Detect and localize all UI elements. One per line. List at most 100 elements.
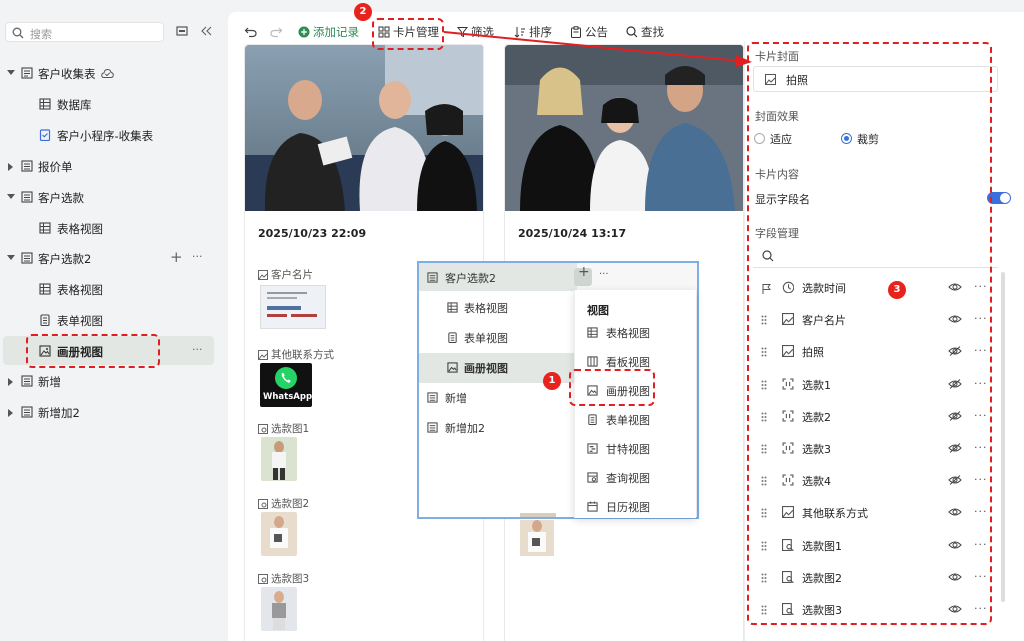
search-placeholder: 搜索 xyxy=(30,28,52,41)
popup-item-customer-select-2[interactable]: 客户选款2 xyxy=(419,263,577,293)
annotation-box-panel xyxy=(747,42,992,625)
whatsapp-thumb[interactable]: WhatsApp xyxy=(260,363,312,407)
sidebar-item-label: 表单视图 xyxy=(57,314,103,328)
menu-item-table-view[interactable]: 表格视图 xyxy=(575,319,697,348)
sidebar-item-table-view[interactable]: 表格视图 xyxy=(0,215,228,243)
grid-icon xyxy=(39,283,51,295)
menu-item-query-view[interactable]: 查询视图 xyxy=(575,464,697,493)
field-label-text: 其他联系方式 xyxy=(271,349,334,361)
menu-item-label: 看板视图 xyxy=(606,356,650,369)
caret-right-icon[interactable] xyxy=(8,378,13,386)
form-icon xyxy=(448,332,457,343)
partial-thumb xyxy=(520,513,556,517)
business-card-thumb[interactable] xyxy=(260,285,326,329)
whatsapp-text: WhatsApp xyxy=(263,392,313,402)
field-label-text: 客户名片 xyxy=(271,269,313,281)
sidebar-item-customer-select-2[interactable]: 客户选款2 + ··· xyxy=(0,245,228,273)
image-icon xyxy=(447,362,458,373)
menu-item-form-view[interactable]: 表单视图 xyxy=(575,406,697,435)
caret-down-icon[interactable] xyxy=(7,255,15,260)
plus-circle-icon xyxy=(298,26,310,38)
field-label-text: 选款图1 xyxy=(271,423,310,435)
sidebar-item-label: 客户选款2 xyxy=(38,252,92,266)
cover-photo xyxy=(505,45,743,211)
grid-icon xyxy=(447,302,458,313)
form-icon xyxy=(40,314,50,326)
undo-icon[interactable] xyxy=(244,25,258,38)
collapse-sidebar-icon[interactable] xyxy=(200,25,214,39)
table-doc-icon xyxy=(427,422,438,433)
table-doc-icon xyxy=(21,375,33,387)
sidebar-item-database[interactable]: 数据库 xyxy=(0,91,228,119)
query-icon xyxy=(587,472,598,483)
popup-item-label: 表格视图 xyxy=(464,302,508,315)
sidebar-item-label: 报价单 xyxy=(38,160,73,174)
search-icon xyxy=(12,27,24,39)
more-options-button[interactable]: ··· xyxy=(599,269,609,280)
menu-item-label: 查询视图 xyxy=(606,472,650,485)
image-search-icon xyxy=(258,499,268,509)
popup-item-table-view[interactable]: 表格视图 xyxy=(419,293,577,323)
redo-icon[interactable] xyxy=(269,25,283,38)
caret-right-icon[interactable] xyxy=(8,409,13,417)
sidebar: 搜索 客户收集表 数据库 客户小程序-收集表 报价单 客户选款 表格视图 客户选 xyxy=(0,0,228,641)
gantt-icon xyxy=(587,443,598,454)
panel-scrollbar[interactable] xyxy=(1001,272,1005,602)
field-label-select1: 选款图1 xyxy=(258,421,309,436)
sidebar-item-miniprogram[interactable]: 客户小程序-收集表 xyxy=(0,122,228,150)
select-image-3[interactable] xyxy=(261,587,297,631)
sidebar-item-table-view-2[interactable]: 表格视图 xyxy=(0,276,228,304)
sidebar-item-form-view[interactable]: 表单视图 xyxy=(0,307,228,335)
grid-icon xyxy=(39,222,51,234)
image-search-icon xyxy=(258,424,268,434)
table-doc-icon xyxy=(21,67,33,79)
sidebar-item-label: 新增 xyxy=(38,375,61,389)
card2-thumb-partial xyxy=(520,520,554,556)
popup-item-label: 表单视图 xyxy=(464,332,508,345)
form-icon xyxy=(588,414,597,425)
popup-item-form-view[interactable]: 表单视图 xyxy=(419,323,577,353)
add-view-button[interactable]: + xyxy=(170,248,183,266)
grid-icon xyxy=(587,327,598,338)
menu-item-gantt-view[interactable]: 甘特视图 xyxy=(575,435,697,464)
popup-item-label: 客户选款2 xyxy=(445,272,496,285)
whatsapp-icon xyxy=(275,367,297,389)
annotation-badge-1: 1 xyxy=(543,372,561,390)
menu-item-calendar-view[interactable]: 日历视图 xyxy=(575,493,697,522)
search-input[interactable]: 搜索 xyxy=(5,22,164,42)
sidebar-item-label: 表格视图 xyxy=(57,283,103,297)
sidebar-panel-icon[interactable] xyxy=(176,25,190,39)
annotation-box-card-manage xyxy=(372,18,444,50)
sidebar-item-customer-collection[interactable]: 客户收集表 xyxy=(0,60,228,88)
select-image-1[interactable] xyxy=(261,437,297,481)
record-date: 2025/10/24 13:17 xyxy=(518,227,627,240)
caret-right-icon[interactable] xyxy=(8,163,13,171)
sidebar-item-label: 表格视图 xyxy=(57,222,103,236)
sidebar-item-new-2[interactable]: 新增加2 xyxy=(0,399,228,427)
cloud-check-icon xyxy=(101,68,114,78)
more-options-button[interactable]: ··· xyxy=(192,343,203,356)
caret-down-icon[interactable] xyxy=(7,194,15,199)
more-options-button[interactable]: ··· xyxy=(192,250,203,263)
select-image-2[interactable] xyxy=(261,512,297,556)
sidebar-item-customer-select[interactable]: 客户选款 xyxy=(0,184,228,212)
annotation-box-album-view xyxy=(26,334,160,368)
sidebar-item-quote[interactable]: 报价单 xyxy=(0,153,228,181)
annotation-box-menu-album xyxy=(569,369,655,406)
sidebar-item-new[interactable]: 新增 xyxy=(0,368,228,396)
annotation-badge-2: 2 xyxy=(354,3,372,21)
cover-photo xyxy=(245,45,483,211)
image-icon xyxy=(258,350,268,360)
image-search-icon xyxy=(258,574,268,584)
add-record-label: 添加记录 xyxy=(313,25,359,39)
field-label-text: 选款图2 xyxy=(271,498,310,510)
annotation-badge-3: 3 xyxy=(888,281,906,299)
add-view-button[interactable]: + xyxy=(578,264,590,280)
add-record-button[interactable]: 添加记录 xyxy=(298,24,359,40)
caret-down-icon[interactable] xyxy=(7,70,15,75)
table-doc-icon xyxy=(427,272,438,283)
popup-item-new-2[interactable]: 新增加2 xyxy=(419,413,577,443)
table-doc-icon xyxy=(21,406,33,418)
view-menu-title: 视图 xyxy=(587,304,609,317)
popup-item-label: 新增 xyxy=(445,392,467,405)
